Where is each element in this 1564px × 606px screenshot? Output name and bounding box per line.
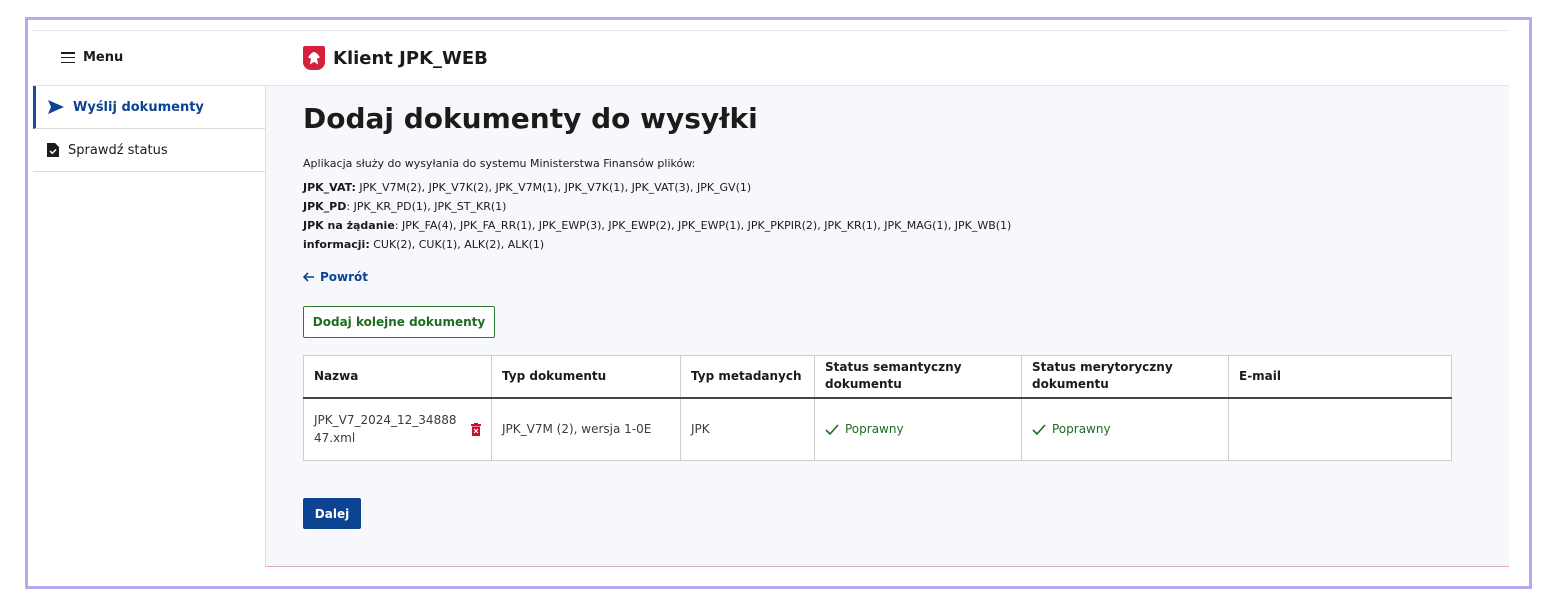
arrow-left-icon [303, 272, 314, 282]
delete-icon[interactable] [471, 422, 481, 436]
hamburger-icon [61, 52, 75, 63]
back-label: Powrót [320, 270, 369, 284]
col-header-meta-type: Typ metadanych [680, 355, 815, 399]
document-check-icon [47, 143, 59, 157]
cell-semantic-status: Poprawny [814, 397, 1022, 461]
next-button[interactable]: Dalej [303, 498, 361, 529]
table-header-row: Nazwa Typ dokumentu Typ metadanych Statu… [303, 355, 1452, 399]
col-header-semantic-status: Status semantyczny dokumentu [814, 355, 1022, 399]
back-link[interactable]: Powrót [303, 270, 368, 284]
brand: Klient JPK_WEB [303, 46, 488, 70]
app-title: Klient JPK_WEB [333, 47, 488, 69]
group-jpk-pd: JPK_PD: JPK_KR_PD(1), JPK_ST_KR(1) [303, 200, 507, 213]
sidebar-item-check-status[interactable]: Sprawdź status [33, 129, 265, 172]
col-header-email: E-mail [1228, 355, 1452, 399]
intro-text: Aplikacja służy do wysyłania do systemu … [303, 157, 696, 170]
cell-doc-type: JPK_V7M (2), wersja 1-0E [491, 397, 681, 461]
cell-email [1228, 397, 1452, 461]
sidebar: Wyślij dokumenty Sprawdź status [33, 86, 265, 566]
group-jpk-vat: JPK_VAT: JPK_V7M(2), JPK_V7K(2), JPK_V7M… [303, 181, 752, 194]
semantic-status-text: Poprawny [845, 422, 904, 437]
file-name: JPK_V7_2024_12_3488847.xml [314, 413, 457, 446]
col-header-name: Nazwa [303, 355, 492, 399]
main-content: Dodaj dokumenty do wysyłki Aplikacja słu… [265, 86, 1509, 567]
send-icon [48, 100, 64, 114]
polish-eagle-emblem-icon [303, 46, 325, 70]
cell-substantive-status: Poprawny [1021, 397, 1229, 461]
documents-table: Nazwa Typ dokumentu Typ metadanych Statu… [303, 355, 1452, 461]
menu-label: Menu [83, 50, 124, 65]
sidebar-item-send-documents[interactable]: Wyślij dokumenty [33, 86, 265, 129]
checkmark-icon [1032, 424, 1046, 435]
description: Aplikacja służy do wysyłania do systemu … [303, 154, 1483, 254]
col-header-doc-type: Typ dokumentu [491, 355, 681, 399]
group-information: informacji: CUK(2), CUK(1), ALK(2), ALK(… [303, 238, 545, 251]
sidebar-item-label: Sprawdź status [68, 142, 168, 158]
menu-button[interactable]: Menu [61, 50, 123, 65]
table-row: JPK_V7_2024_12_3488847.xml JPK_V7M (2), … [303, 397, 1452, 461]
cell-name: JPK_V7_2024_12_3488847.xml [303, 397, 492, 461]
app-header: Menu Klient JPK_WEB [33, 31, 1509, 86]
substantive-status-text: Poprawny [1052, 422, 1111, 437]
sidebar-item-label: Wyślij dokumenty [73, 99, 204, 115]
add-more-documents-button[interactable]: Dodaj kolejne dokumenty [303, 306, 495, 338]
col-header-substantive-status: Status merytoryczny dokumentu [1021, 355, 1229, 399]
group-jpk-on-demand: JPK na żądanie: JPK_FA(4), JPK_FA_RR(1),… [303, 219, 1012, 232]
checkmark-icon [825, 424, 839, 435]
cell-meta-type: JPK [680, 397, 815, 461]
page-title: Dodaj dokumenty do wysyłki [303, 102, 758, 135]
